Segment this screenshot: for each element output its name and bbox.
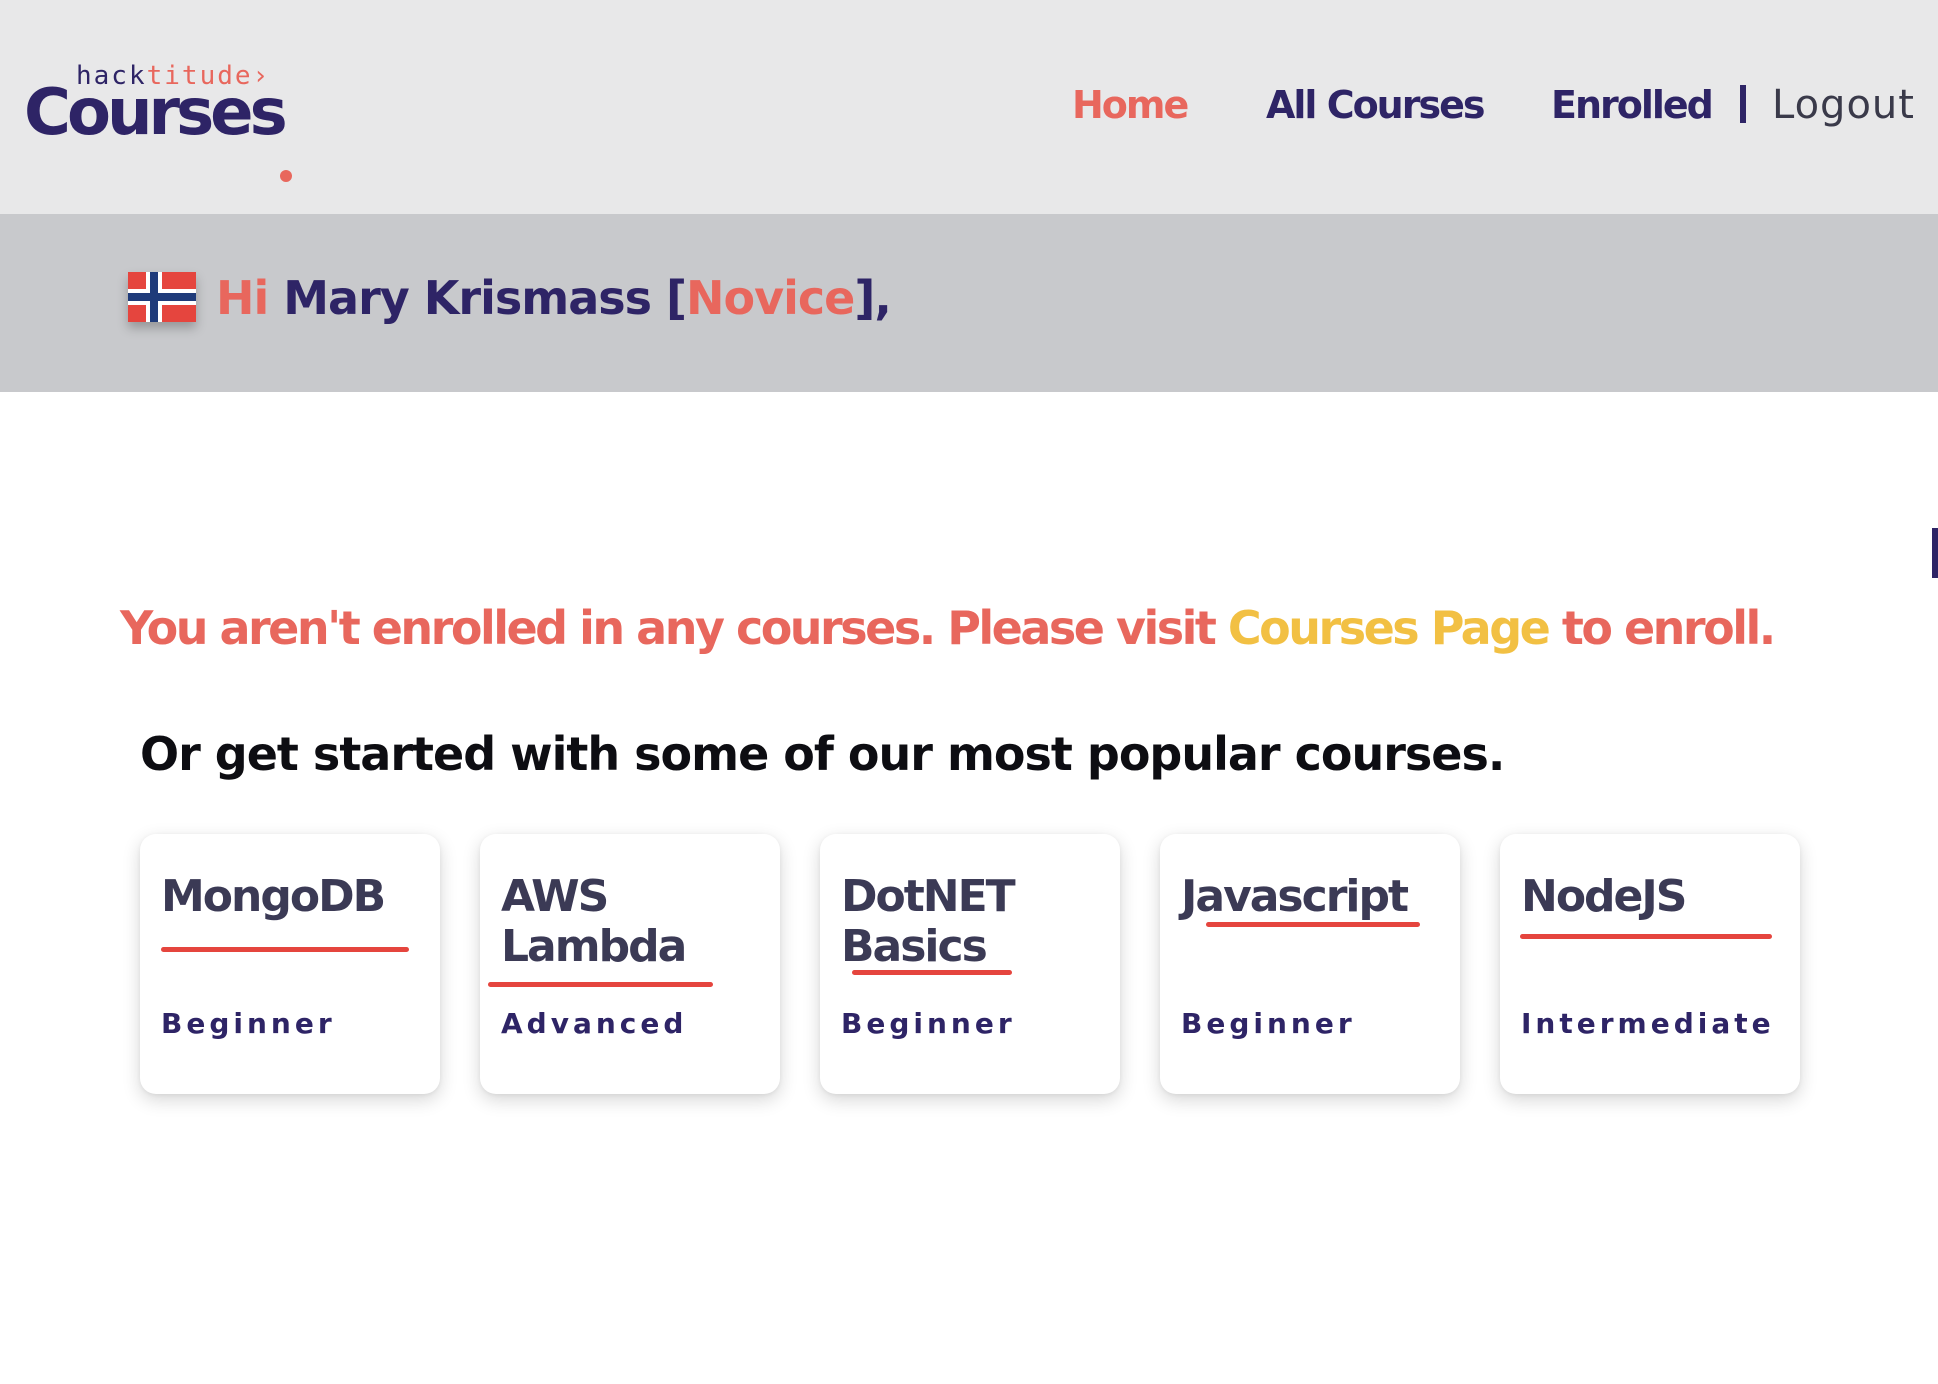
norway-flag-icon [128,272,196,322]
nav-enrolled-link[interactable]: Enrolled [1551,80,1714,130]
courses-page-link[interactable]: Courses Page [1228,601,1551,655]
greeting-hi: Hi [216,271,269,325]
course-level: Beginner [841,1007,1016,1040]
scroll-edge-marker [1932,528,1938,578]
course-title: DotNET Basics [841,871,1016,972]
logo-wordmark: Courses [24,76,288,150]
course-level: Beginner [161,1007,336,1040]
title-underline [1520,934,1772,939]
course-card[interactable]: AWS Lambda Advanced [480,834,780,1094]
course-title: MongoDB [161,871,386,922]
user-name: Mary Krismass [283,271,652,325]
course-card[interactable]: Javascript Beginner [1160,834,1460,1094]
logout-link[interactable]: Logout [1772,80,1915,130]
hacktitude-courses-logo[interactable]: hacktitude› Courses [24,60,304,182]
not-enrolled-notice: You aren't enrolled in any courses. Plea… [120,601,1776,655]
course-card[interactable]: NodeJS Intermediate [1500,834,1800,1094]
course-title: AWS Lambda [501,871,687,972]
course-title: NodeJS [1521,871,1687,922]
course-level: Beginner [1181,1007,1356,1040]
popular-courses-heading: Or get started with some of our most pop… [140,727,1505,781]
nav-separator [1740,85,1746,123]
title-underline [852,970,1012,975]
course-level: Advanced [501,1007,688,1040]
nav-all-courses-link[interactable]: All Courses [1266,80,1485,130]
title-underline [488,982,713,987]
course-card[interactable]: DotNET Basics Beginner [820,834,1120,1094]
course-title: Javascript [1181,871,1409,922]
user-level: Novice [686,271,855,325]
logo-dot [280,170,292,182]
title-underline [1206,922,1420,927]
top-navbar: hacktitude› Courses Home All Courses Enr… [0,0,1938,214]
nav-home-link[interactable]: Home [1072,80,1189,130]
course-card[interactable]: MongoDB Beginner [140,834,440,1094]
user-greeting: Hi Mary Krismass [Novice], [216,271,892,325]
title-underline [161,947,409,952]
course-level: Intermediate [1521,1007,1775,1040]
